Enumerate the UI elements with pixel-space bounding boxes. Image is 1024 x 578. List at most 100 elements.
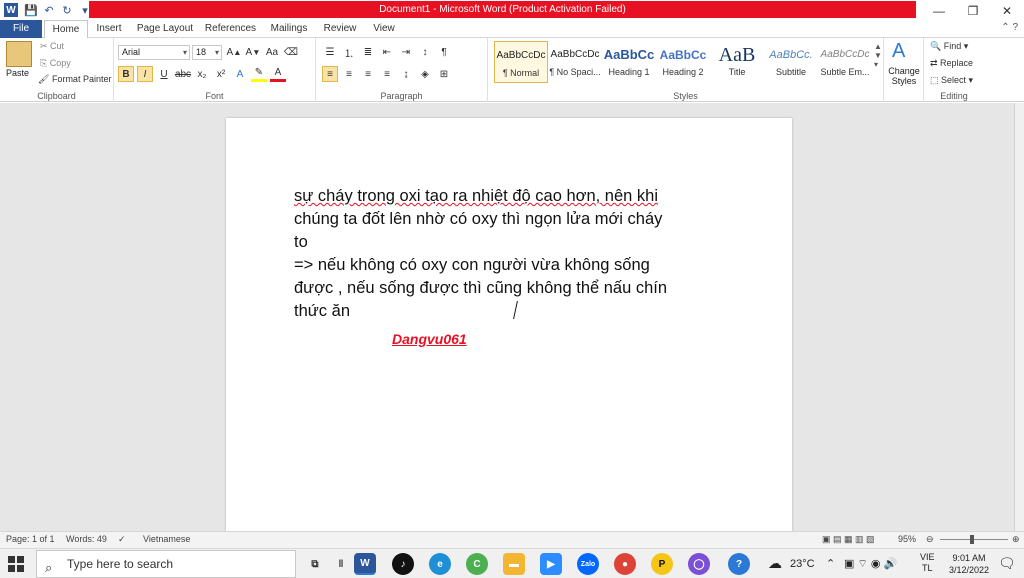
chrome-icon[interactable]: ● [614, 553, 636, 575]
italic-icon[interactable]: I [137, 66, 153, 82]
underline-icon[interactable]: U [156, 66, 172, 82]
subscript-icon[interactable]: x₂ [194, 66, 210, 82]
file-explorer-icon[interactable]: ▬ [503, 553, 525, 575]
increase-indent-icon[interactable]: ⇥ [398, 44, 414, 60]
multilevel-list-icon[interactable]: ≣ [360, 44, 376, 60]
page-count[interactable]: Page: 1 of 1 [6, 534, 55, 544]
zoom-out-icon[interactable]: ⊖ [926, 534, 934, 545]
bullets-icon[interactable]: ☰ [322, 44, 338, 60]
tab-review[interactable]: Review [320, 20, 360, 38]
app-purple-icon[interactable]: ◯ [688, 553, 710, 575]
superscript-icon[interactable]: x² [213, 66, 229, 82]
copy-button[interactable]: ⎘ Copy [40, 58, 71, 69]
tab-references[interactable]: References [203, 20, 258, 38]
style-heading-1[interactable]: AaBbCc Heading 1 [602, 41, 656, 83]
show-marks-icon[interactable]: ¶ [436, 44, 452, 60]
undo-icon[interactable]: ↶ [42, 3, 56, 17]
edge-icon[interactable]: e [429, 553, 451, 575]
bold-icon[interactable]: B [118, 66, 134, 82]
paste-icon[interactable] [6, 41, 32, 67]
tab-home[interactable]: Home [44, 20, 88, 39]
app-green-icon[interactable]: C [466, 553, 488, 575]
borders-icon[interactable]: ⊞ [436, 66, 452, 82]
style-subtle-emphasis[interactable]: AaBbCcDc Subtle Em... [818, 41, 872, 83]
paste-button[interactable]: Paste [6, 68, 29, 78]
align-left-icon[interactable]: ≡ [322, 66, 338, 82]
system-clock[interactable]: 9:01 AM 3/12/2022 [944, 552, 994, 576]
save-icon[interactable]: 💾 [24, 3, 38, 17]
notifications-icon[interactable]: 🗨 [998, 555, 1016, 572]
word-taskbar-icon[interactable]: W [354, 553, 376, 575]
minimize-button[interactable]: — [922, 0, 956, 20]
shading-icon[interactable]: ◈ [417, 66, 433, 82]
widgets-icon[interactable]: ‖ [330, 553, 352, 575]
windows-start-icon[interactable] [8, 556, 24, 572]
change-styles-button[interactable]: Change Styles [884, 66, 924, 86]
select-button[interactable]: ⬚ Select ▾ [930, 75, 973, 86]
close-button[interactable]: ✕ [990, 0, 1024, 20]
vertical-scrollbar[interactable] [1014, 103, 1024, 531]
proofing-icon[interactable]: ✓ [118, 534, 126, 545]
help-app-icon[interactable]: ? [728, 553, 750, 575]
style-heading-2[interactable]: AaBbCc Heading 2 [656, 41, 710, 83]
document-page[interactable]: sự cháy trong oxi tạo ra nhiệt độ cao hơ… [226, 118, 792, 531]
style-normal[interactable]: AaBbCcDc ¶ Normal [494, 41, 548, 83]
style-no-spacing[interactable]: AaBbCcDc ¶ No Spaci... [548, 41, 602, 83]
grow-font-icon[interactable]: A ▲ [226, 44, 242, 60]
strikethrough-icon[interactable]: abc [175, 66, 191, 82]
style-subtitle[interactable]: AaBbCc. Subtitle [764, 41, 818, 83]
font-size-select[interactable]: 18 [192, 45, 222, 60]
replace-button[interactable]: ⇄ Replace [930, 58, 973, 69]
restore-button[interactable]: ❐ [956, 0, 990, 20]
taskbar-search[interactable]: ⌕ Type here to search [36, 550, 296, 578]
align-center-icon[interactable]: ≡ [341, 66, 357, 82]
tab-file[interactable]: File [0, 20, 42, 38]
redo-icon[interactable]: ↻ [60, 3, 74, 17]
style-title[interactable]: AaB Title [710, 41, 764, 83]
sort-icon[interactable]: ↕ [417, 44, 433, 60]
numbering-icon[interactable]: ⒈ [341, 44, 357, 60]
line-spacing-icon[interactable]: ↨ [398, 66, 414, 82]
change-case-icon[interactable]: Aa [264, 44, 280, 60]
shrink-font-icon[interactable]: A ▼ [245, 44, 261, 60]
align-right-icon[interactable]: ≡ [360, 66, 376, 82]
task-view-icon[interactable]: ⧉ [304, 553, 326, 575]
justify-icon[interactable]: ≡ [379, 66, 395, 82]
window-title: Document1 - Microsoft Word (Product Acti… [89, 1, 916, 18]
tray-chevron-icon[interactable]: ⌃ [826, 557, 835, 570]
help-icon[interactable]: ⌃ ? [1001, 22, 1018, 33]
font-color-icon[interactable]: A [270, 66, 286, 82]
zoom-level[interactable]: 95% [898, 534, 916, 544]
document-body[interactable]: sự cháy trong oxi tạo ra nhiệt độ cao hơ… [294, 185, 734, 323]
app-yellow-icon[interactable]: P [651, 553, 673, 575]
decrease-indent-icon[interactable]: ⇤ [379, 44, 395, 60]
tray-network-icon[interactable]: ▣ ⌔ ◉ 🔊 [844, 557, 897, 571]
language-indicator[interactable]: Vietnamese [143, 534, 190, 544]
doc-line: to [294, 233, 308, 251]
tab-mailings[interactable]: Mailings [268, 20, 310, 38]
doc-line: sự cháy trong oxi tạo ra nhiệt độ cao hơ… [294, 187, 658, 205]
weather-icon[interactable]: ☁ [768, 555, 782, 572]
tab-view[interactable]: View [368, 20, 400, 38]
styles-scroll-icon[interactable]: ▲ ▼ ▾ [874, 42, 882, 69]
print-layout-icon[interactable]: ▣ ▤ ▦ ▥ ▧ [822, 534, 875, 545]
zoom-meeting-icon[interactable]: ▶ [540, 553, 562, 575]
highlight-icon[interactable]: ✎ [251, 66, 267, 82]
font-name-select[interactable]: Arial [118, 45, 190, 60]
zalo-icon[interactable]: Zalo [577, 553, 599, 575]
tab-insert[interactable]: Insert [92, 20, 126, 38]
format-painter-button[interactable]: 🖌 Format Painter [38, 74, 111, 85]
clear-format-icon[interactable]: ⌫ [283, 44, 299, 60]
tiktok-icon[interactable]: ♪ [392, 553, 414, 575]
zoom-slider-thumb[interactable] [970, 535, 974, 544]
weather-temp[interactable]: 23°C [790, 558, 815, 570]
zoom-slider[interactable] [940, 539, 1008, 540]
word-count[interactable]: Words: 49 [66, 534, 107, 544]
cut-button[interactable]: ✂ Cut [40, 41, 64, 52]
text-effects-icon[interactable]: A [232, 66, 248, 82]
zoom-in-icon[interactable]: ⊕ [1012, 534, 1020, 545]
find-button[interactable]: 🔍 Find ▾ [930, 41, 968, 52]
input-language[interactable]: VIE TL [920, 552, 935, 574]
tab-page-layout[interactable]: Page Layout [136, 20, 194, 38]
change-styles-icon[interactable]: A [892, 40, 905, 63]
